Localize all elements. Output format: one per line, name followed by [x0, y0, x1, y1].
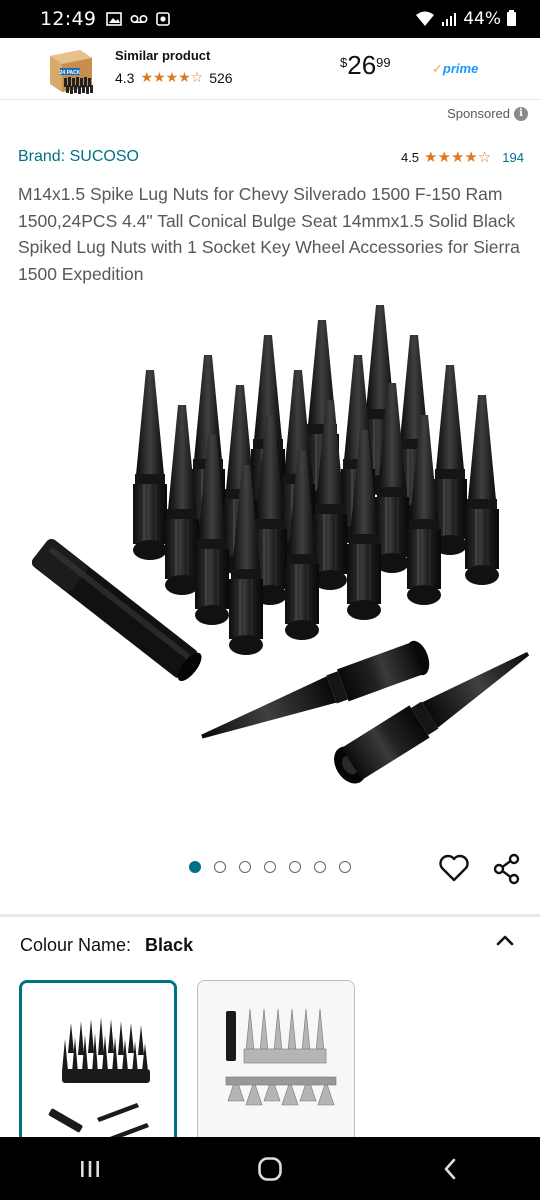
thumbnail-pack-text: 24 PACK — [60, 70, 81, 76]
heart-icon[interactable] — [438, 853, 470, 883]
carousel-dot[interactable] — [289, 861, 301, 873]
product-rating-value: 4.5 — [400, 149, 420, 165]
carousel-dot[interactable] — [264, 861, 276, 873]
system-navigation-bar — [0, 1137, 540, 1200]
colour-option-black[interactable] — [19, 980, 177, 1150]
share-icon[interactable] — [492, 853, 522, 885]
carousel-dot[interactable] — [189, 861, 201, 873]
product-image[interactable] — [0, 295, 540, 825]
prime-check-icon: ✓ — [432, 61, 443, 76]
home-button[interactable] — [240, 1149, 300, 1189]
carousel-dot[interactable] — [339, 861, 351, 873]
ad-star-rating-icon: ★★★★☆ — [140, 69, 204, 85]
battery-percent: 44% — [463, 9, 501, 29]
info-icon: i — [514, 106, 528, 121]
chrome-variant-thumbnail — [198, 981, 354, 1149]
carousel-dot[interactable] — [314, 861, 326, 873]
colour-option-chrome[interactable] — [197, 980, 355, 1150]
recent-apps-icon — [81, 1160, 99, 1177]
voicemail-icon — [130, 14, 148, 24]
back-button[interactable] — [420, 1149, 480, 1189]
status-time: 12:49 — [40, 8, 97, 30]
carousel-dot[interactable] — [239, 861, 251, 873]
brand-link[interactable]: Brand: SUCOSO — [18, 148, 139, 166]
ad-review-count: 526 — [209, 69, 233, 86]
battery-icon — [507, 10, 516, 26]
signal-icon — [442, 13, 457, 26]
section-divider — [0, 914, 540, 917]
recent-apps-button[interactable] — [60, 1149, 120, 1189]
wifi-icon — [416, 11, 435, 26]
colour-selector-header: Colour Name: Black — [20, 935, 520, 956]
notification-icon — [156, 12, 171, 26]
colour-value: Black — [145, 935, 194, 955]
ad-rating-value: 4.3 — [115, 69, 135, 86]
product-star-rating-icon: ★★★★☆ — [424, 149, 492, 166]
similar-product-thumbnail: 24 PACK — [50, 50, 93, 94]
ad-price: $ 26 99 — [340, 50, 391, 80]
home-icon — [258, 1156, 282, 1181]
product-rating[interactable]: 4.5 ★★★★☆ 194 — [401, 148, 524, 166]
chevron-up-icon[interactable] — [494, 932, 516, 948]
sponsored-label[interactable]: Sponsored i — [447, 106, 528, 121]
status-bar: 12:49 44% — [0, 0, 540, 38]
colour-label: Colour Name: — [20, 935, 132, 955]
carousel-dot[interactable] — [214, 861, 226, 873]
black-variant-thumbnail — [22, 983, 174, 1147]
ad-title: Similar product — [115, 48, 211, 63]
prime-badge: ✓prime — [432, 61, 479, 76]
gallery-icon — [106, 12, 123, 26]
image-carousel-dots — [189, 861, 351, 873]
back-icon — [444, 1158, 456, 1179]
product-title: M14x1.5 Spike Lug Nuts for Chevy Silvera… — [18, 184, 520, 284]
product-review-count[interactable]: 194 — [502, 150, 524, 165]
similar-product-ad[interactable]: 24 PACK Similar product 4.3 ★★★★☆ 526 $ … — [0, 38, 540, 100]
